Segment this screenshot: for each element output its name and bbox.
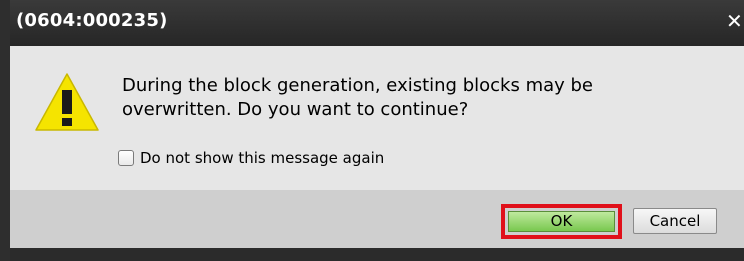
ok-button-highlight: OK	[501, 204, 622, 239]
warning-icon	[35, 73, 99, 131]
dialog-titlebar: (0604:000235) ✕	[10, 0, 744, 46]
dont-show-again-checkbox[interactable]	[118, 150, 134, 166]
dialog-message: During the block generation, existing bl…	[122, 74, 682, 122]
dialog-title: (0604:000235)	[16, 10, 168, 31]
dialog-bottom-edge	[10, 248, 744, 261]
message-line-1: During the block generation, existing bl…	[122, 75, 594, 96]
ok-button[interactable]: OK	[508, 211, 615, 232]
confirmation-dialog: (0604:000235) ✕ During the block generat…	[0, 0, 744, 261]
dialog-body: During the block generation, existing bl…	[10, 46, 744, 190]
dont-show-again-label[interactable]: Do not show this message again	[140, 149, 384, 167]
dialog-footer: OK Cancel	[10, 190, 744, 248]
close-icon[interactable]: ✕	[726, 8, 744, 34]
dont-show-again-row[interactable]: Do not show this message again	[118, 148, 384, 168]
message-line-2: overwritten. Do you want to continue?	[122, 99, 469, 120]
cancel-button[interactable]: Cancel	[633, 208, 717, 234]
